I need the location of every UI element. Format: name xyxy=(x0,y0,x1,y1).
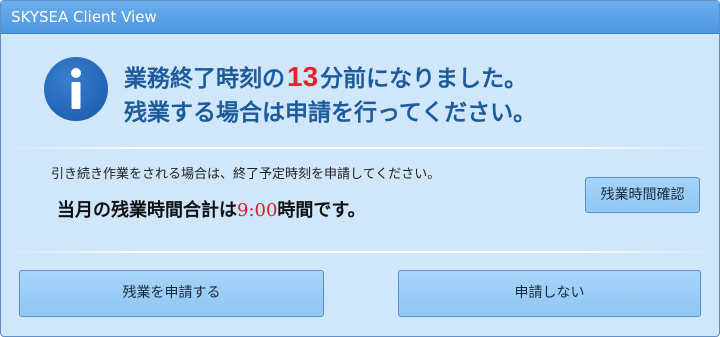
overtime-total-suffix: 時間です。 xyxy=(277,200,366,221)
do-not-apply-button[interactable]: 申請しない xyxy=(398,270,701,317)
dialog-window: SKYSEA Client View 業務終了時刻の13分前になりました。 残業… xyxy=(0,0,720,337)
divider-top xyxy=(1,147,719,149)
check-overtime-button[interactable]: 残業時間確認 xyxy=(585,177,700,213)
message-prefix: 業務終了時刻の xyxy=(124,66,285,92)
main-message: 業務終了時刻の13分前になりました。 残業する場合は申請を行ってください。 xyxy=(124,60,536,130)
overtime-total: 当月の残業時間合計は9:00時間です。 xyxy=(57,196,366,222)
overtime-total-hours: 9:00 xyxy=(237,200,278,221)
message-suffix: 分前になりました。 xyxy=(320,66,528,92)
title-bar: SKYSEA Client View xyxy=(1,1,719,34)
main-message-line1: 業務終了時刻の13分前になりました。 xyxy=(124,60,536,96)
overtime-total-prefix: 当月の残業時間合計は xyxy=(57,200,237,221)
minutes-remaining: 13 xyxy=(287,61,319,92)
instruction-text: 引き続き作業をされる場合は、終了予定時刻を申請してください。 xyxy=(51,167,441,182)
apply-overtime-button[interactable]: 残業を申請する xyxy=(19,270,324,317)
info-icon xyxy=(44,57,108,121)
message-section: 業務終了時刻の13分前になりました。 残業する場合は申請を行ってください。 xyxy=(1,34,719,144)
main-message-line2: 残業する場合は申請を行ってください。 xyxy=(124,100,537,126)
window-title: SKYSEA Client View xyxy=(11,8,157,26)
divider-bottom xyxy=(1,251,719,253)
